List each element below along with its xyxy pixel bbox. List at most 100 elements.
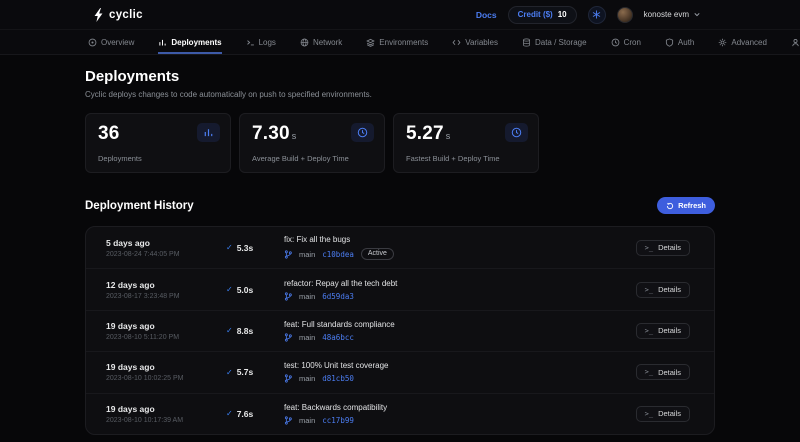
tab-label: Overview [101,38,134,47]
stat-value: 7.30 [252,123,290,145]
shield-icon [665,38,674,47]
details-label: Details [658,243,681,252]
details-button[interactable]: >_ Details [636,364,690,380]
globe-icon [300,38,309,47]
git-branch-icon [284,374,292,383]
branch-name: main [299,333,315,342]
details-button[interactable]: >_ Details [636,323,690,339]
tab-data-storage[interactable]: Data / Storage [522,30,587,54]
timer-icon [505,123,528,142]
stat-card-fastest-time: 5.27 s Fastest Build + Deploy Time [393,113,539,173]
terminal-icon [246,38,255,47]
tab-label: Logs [259,38,276,47]
stat-label: Deployments [98,154,142,163]
brand-name: cyclic [109,9,143,21]
deploy-duration: 7.6s [237,409,254,419]
deployment-row: 19 days ago 2023-08-10 10:17:39 AM ✓ 7.6… [86,393,714,434]
status-badge: Active [361,248,394,260]
tab-variables[interactable]: Variables [452,30,498,54]
user-menu[interactable]: konoste evm [644,10,700,19]
user-avatar[interactable] [617,7,633,23]
commit-hash[interactable]: cc17b99 [322,416,354,425]
page-subtitle: Cyclic deploys changes to code automatic… [85,90,715,99]
snowflake-icon-button[interactable] [588,6,606,24]
details-button[interactable]: >_ Details [636,282,690,298]
tab-environments[interactable]: Environments [366,30,428,54]
credit-label: Credit ($) [518,10,553,19]
gear-icon [718,38,727,47]
bolt-icon [94,8,103,22]
git-branch-icon [284,333,292,342]
tab-logs[interactable]: Logs [246,30,276,54]
check-icon: ✓ [226,409,233,418]
snowflake-icon [592,10,601,19]
deployment-row: 12 days ago 2023-08-17 3:23:48 PM ✓ 5.0s… [86,268,714,309]
branch-name: main [299,374,315,383]
credit-button[interactable]: Credit ($) 10 [508,6,577,24]
refresh-button[interactable]: Refresh [657,197,715,214]
layers-icon [366,38,375,47]
history-header: Deployment History Refresh [85,197,715,214]
tab-auth[interactable]: Auth [665,30,694,54]
check-icon: ✓ [226,368,233,377]
brand-logo[interactable]: cyclic [94,8,143,22]
commit-hash[interactable]: 48a6bcc [322,333,354,342]
commit-message: feat: Full standards compliance [284,320,636,329]
deploy-time-ago: 12 days ago [106,280,226,290]
commit-hash[interactable]: c10bdea [322,250,354,259]
deploy-timestamp: 2023-08-24 7:44:05 PM [106,251,226,258]
deploy-time-ago: 19 days ago [106,404,226,414]
tab-admin[interactable]: Ad [791,30,800,54]
primary-nav: Overview Deployments Logs Network Enviro… [0,30,800,55]
commit-hash[interactable]: 6d59da3 [322,292,354,301]
chevron-down-icon [694,12,700,17]
details-button[interactable]: >_ Details [636,406,690,422]
tab-overview[interactable]: Overview [88,30,134,54]
git-branch-icon [284,292,292,301]
commit-message: fix: Fix all the bugs [284,235,636,244]
details-label: Details [658,368,681,377]
tab-cron[interactable]: Cron [611,30,641,54]
top-header: cyclic Docs Credit ($) 10 konoste evm [0,0,800,30]
details-button[interactable]: >_ Details [636,240,690,256]
overview-icon [88,38,97,47]
stat-value: 36 [98,123,120,145]
stat-label: Average Build + Deploy Time [252,154,349,163]
deploy-duration: 5.3s [237,243,254,253]
stat-card-average-time: 7.30 s Average Build + Deploy Time [239,113,385,173]
tab-label: Data / Storage [535,38,587,47]
timer-icon [351,123,374,142]
details-label: Details [658,326,681,335]
terminal-icon: >_ [645,286,653,294]
deployment-row: 5 days ago 2023-08-24 7:44:05 PM ✓ 5.3s … [86,227,714,268]
branch-name: main [299,250,315,259]
terminal-icon: >_ [645,368,653,376]
branch-name: main [299,292,315,301]
clock-icon [611,38,620,47]
docs-link[interactable]: Docs [476,10,497,20]
tab-deployments[interactable]: Deployments [158,30,221,54]
tab-label: Deployments [171,38,221,47]
stats-row: 36 Deployments 7.30 s Average Build + De… [85,113,715,173]
details-label: Details [658,409,681,418]
tab-network[interactable]: Network [300,30,342,54]
deploy-time-ago: 19 days ago [106,362,226,372]
git-branch-icon [284,250,292,259]
history-title: Deployment History [85,200,194,212]
deploy-time-ago: 5 days ago [106,238,226,248]
terminal-icon: >_ [645,327,653,335]
commit-hash[interactable]: d81cb50 [322,374,354,383]
deployment-row: 19 days ago 2023-08-10 5:11:20 PM ✓ 8.8s… [86,310,714,351]
stat-unit: s [446,131,451,141]
commit-message: feat: Backwards compatibility [284,403,636,412]
check-icon: ✓ [226,285,233,294]
commit-message: test: 100% Unit test coverage [284,361,636,370]
tab-label: Cron [624,38,641,47]
credit-value: 10 [558,10,567,19]
deploy-timestamp: 2023-08-10 5:11:20 PM [106,334,226,341]
check-icon: ✓ [226,243,233,252]
tab-advanced[interactable]: Advanced [718,30,767,54]
code-brackets-icon [452,38,461,47]
git-branch-icon [284,416,292,425]
person-icon [791,38,800,47]
